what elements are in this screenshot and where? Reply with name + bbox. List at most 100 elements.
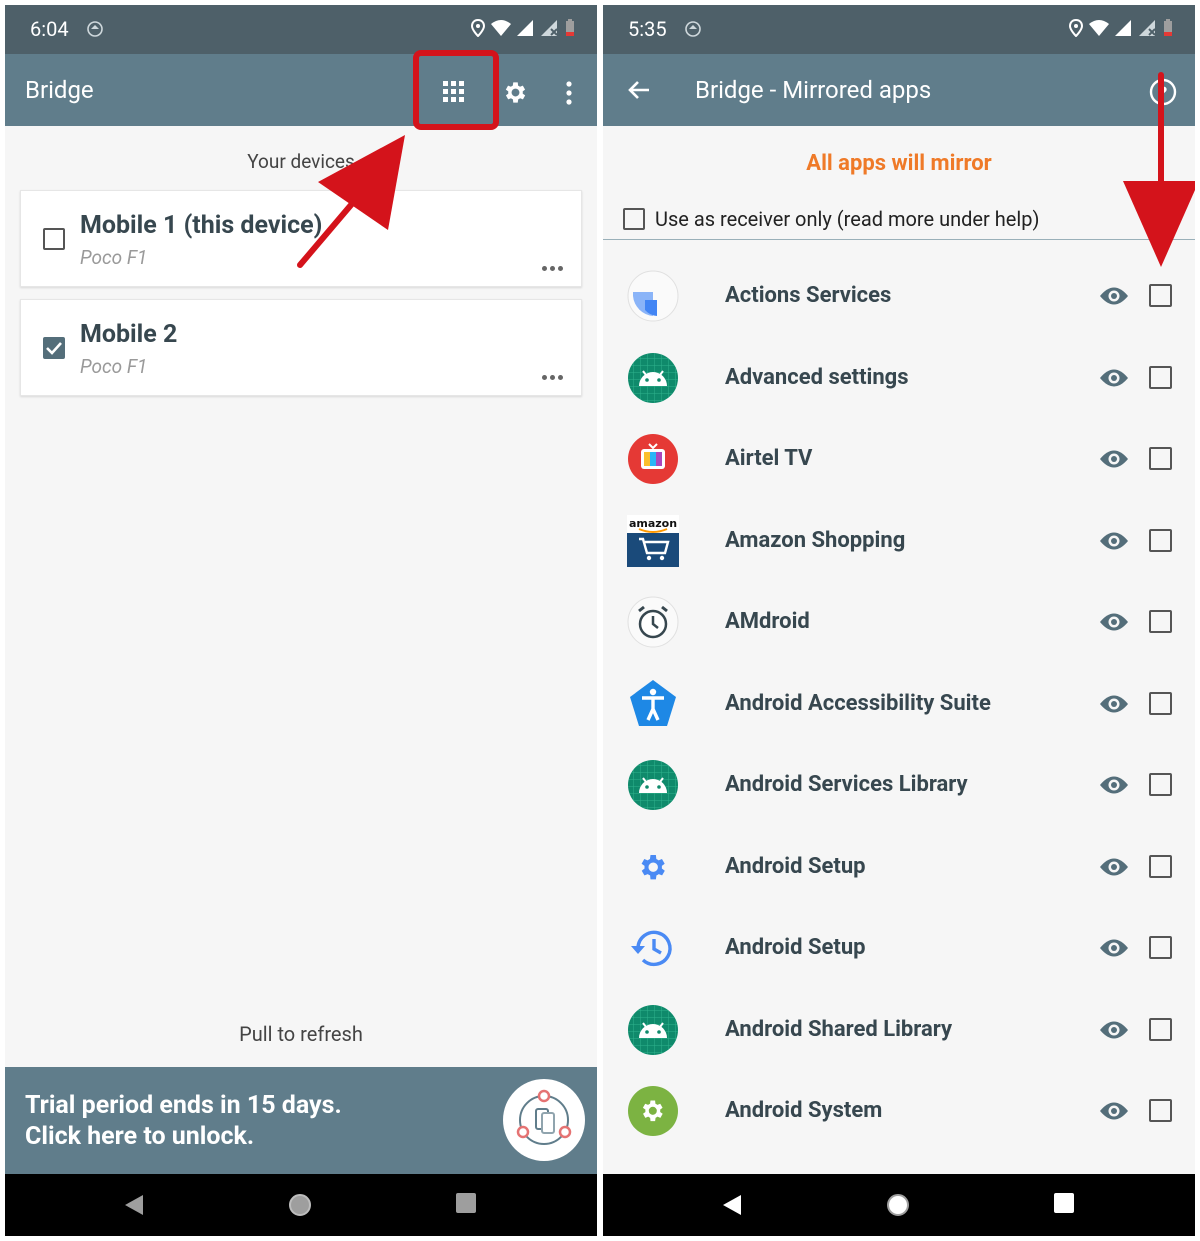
mirror-app-checkbox[interactable]: [1149, 284, 1172, 307]
annotation-highlight-box: [413, 50, 499, 130]
device-more-icon[interactable]: [542, 375, 563, 380]
location-icon: [1069, 19, 1083, 37]
app-row[interactable]: Android Setup: [603, 907, 1195, 989]
android-system-gear-icon: [627, 1085, 679, 1137]
bridge-logo-icon[interactable]: [503, 1079, 585, 1161]
app-name: Actions Services: [725, 283, 892, 308]
receiver-only-label: Use as receiver only (read more under he…: [655, 207, 1040, 231]
device-checkbox[interactable]: [43, 337, 65, 359]
battery-icon: [1164, 19, 1172, 36]
app-name: Android Setup: [725, 853, 866, 879]
wifi-icon: [1089, 20, 1109, 36]
mirror-app-checkbox[interactable]: [1149, 854, 1172, 878]
app-row[interactable]: Airtel TV: [603, 418, 1195, 500]
app-name: Android System: [725, 1098, 883, 1123]
eye-icon[interactable]: [1099, 1019, 1129, 1041]
sync-icon: [685, 21, 701, 37]
receiver-only-option[interactable]: Use as receiver only (read more under he…: [623, 207, 1039, 231]
signal-icon: [517, 20, 533, 36]
app-row[interactable]: Android Setup: [603, 826, 1195, 908]
wifi-icon: [491, 20, 511, 36]
status-bar: 5:35: [603, 5, 1195, 54]
app-row[interactable]: AMdroid: [603, 581, 1195, 663]
android-robot-icon: [627, 759, 679, 811]
eye-icon[interactable]: [1099, 856, 1129, 878]
actions-services-icon: [627, 270, 679, 322]
eye-icon[interactable]: [1099, 611, 1129, 633]
recents-nav-icon[interactable]: [1054, 1193, 1074, 1213]
overflow-menu-icon[interactable]: [565, 81, 573, 105]
eye-icon[interactable]: [1099, 448, 1129, 470]
signal-icon: [1115, 20, 1131, 36]
mirror-app-checkbox[interactable]: [1149, 1017, 1172, 1041]
device-card-1[interactable]: Mobile 1 (this device) Poco F1: [20, 190, 582, 287]
eye-icon[interactable]: [1099, 285, 1129, 307]
checkmark-icon: [46, 342, 62, 355]
signal-roaming-icon: [541, 20, 558, 36]
pull-to-refresh-label: Pull to refresh: [239, 1022, 363, 1046]
status-icons: [471, 19, 575, 37]
app-title: Bridge - Mirrored apps: [695, 76, 932, 104]
receiver-only-checkbox[interactable]: [623, 208, 645, 230]
home-nav-icon[interactable]: [288, 1193, 312, 1217]
device-card-2[interactable]: Mobile 2 Poco F1: [20, 299, 582, 396]
home-nav-icon[interactable]: [886, 1193, 910, 1217]
recents-nav-icon[interactable]: [456, 1193, 476, 1213]
status-time: 6:04: [30, 17, 69, 41]
device-checkbox[interactable]: [43, 228, 65, 250]
signal-roaming-icon: [1139, 20, 1156, 36]
alarm-clock-icon: [627, 596, 679, 648]
app-bar: Bridge: [5, 54, 597, 126]
mirror-app-checkbox[interactable]: [1149, 936, 1172, 959]
app-name: Android Services Library: [725, 772, 968, 797]
app-row[interactable]: Actions Services: [603, 255, 1195, 337]
amazon-shopping-icon: amazon: [627, 514, 679, 567]
app-row[interactable]: Android Shared Library: [603, 989, 1195, 1071]
back-arrow-icon[interactable]: [627, 80, 651, 100]
eye-icon[interactable]: [1099, 693, 1129, 715]
app-name: AMdroid: [725, 609, 810, 634]
trial-line-1: Trial period ends in 15 days.: [25, 1091, 342, 1120]
mirror-app-checkbox[interactable]: [1149, 691, 1172, 715]
device-more-icon[interactable]: [542, 266, 563, 271]
help-icon[interactable]: ?: [1149, 78, 1177, 106]
mirror-app-checkbox[interactable]: [1149, 610, 1172, 633]
settings-gear-icon[interactable]: [502, 79, 529, 106]
history-icon: [627, 922, 679, 974]
status-bar: 6:04: [5, 5, 597, 54]
eye-icon[interactable]: [1099, 937, 1129, 959]
svg-text:?: ?: [1158, 83, 1167, 102]
eye-icon[interactable]: [1099, 1100, 1129, 1122]
app-name: Airtel TV: [725, 446, 813, 471]
sync-icon: [87, 21, 103, 37]
device-name: Mobile 2: [80, 320, 178, 349]
mirror-app-checkbox[interactable]: [1149, 1099, 1172, 1122]
app-row[interactable]: Android Services Library: [603, 744, 1195, 826]
mirror-status: All apps will mirror: [806, 151, 992, 176]
app-row[interactable]: Android Accessibility Suite: [603, 663, 1195, 745]
battery-icon: [566, 19, 574, 36]
status-icons: [1069, 19, 1173, 37]
amazon-word: amazon: [629, 517, 677, 530]
location-icon: [471, 19, 485, 37]
back-nav-icon[interactable]: [721, 1193, 743, 1217]
status-time: 5:35: [628, 17, 667, 41]
mirror-app-checkbox[interactable]: [1149, 773, 1172, 796]
app-row[interactable]: Advanced settings: [603, 337, 1195, 419]
back-nav-icon[interactable]: [123, 1193, 145, 1217]
eye-icon[interactable]: [1099, 530, 1129, 552]
eye-icon[interactable]: [1099, 774, 1129, 796]
accessibility-icon: [627, 678, 679, 730]
eye-icon[interactable]: [1099, 367, 1129, 389]
gear-icon: [627, 841, 679, 893]
mirror-app-checkbox[interactable]: [1149, 528, 1172, 552]
app-row[interactable]: Android System: [603, 1070, 1195, 1152]
trial-banner[interactable]: Trial period ends in 15 days. Click here…: [5, 1067, 597, 1174]
app-name: Android Shared Library: [725, 1016, 953, 1042]
app-name: Android Setup: [725, 935, 866, 960]
app-title: Bridge: [25, 76, 94, 104]
divider: [603, 239, 1195, 240]
mirror-app-checkbox[interactable]: [1149, 365, 1172, 389]
mirror-app-checkbox[interactable]: [1149, 447, 1172, 470]
app-row[interactable]: amazon Amazon Shopping: [603, 500, 1195, 582]
